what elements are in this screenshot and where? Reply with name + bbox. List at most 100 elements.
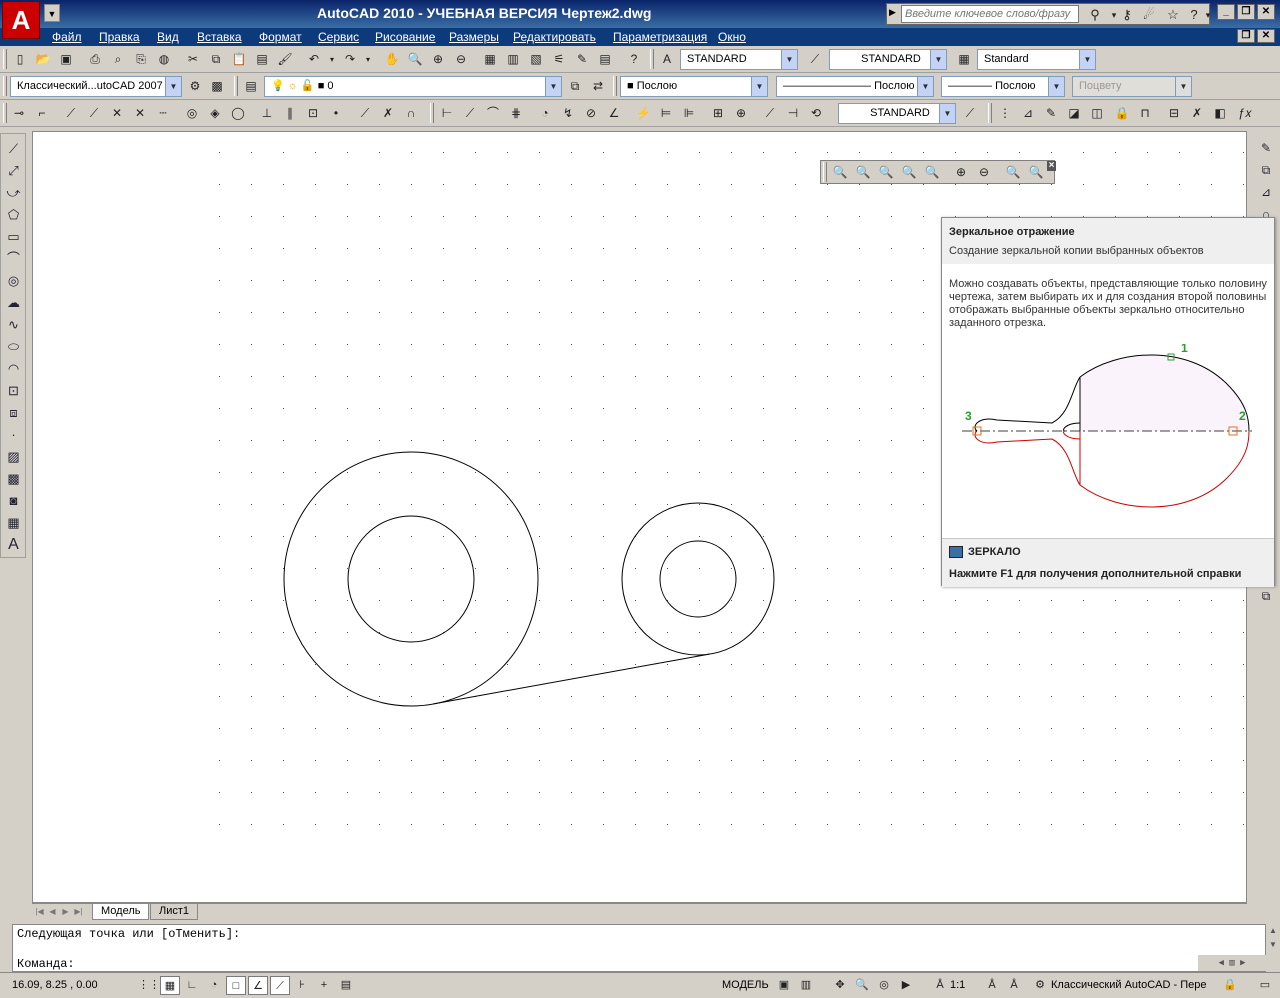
menu-file[interactable]: Файл <box>52 30 82 44</box>
plot-icon[interactable]: ⎙ <box>85 50 105 69</box>
dim-linear-icon[interactable]: ⊢ <box>437 104 457 123</box>
doc-restore-button[interactable]: ❐ <box>1237 29 1255 43</box>
snap-endpoint-icon[interactable]: ⟋ <box>61 104 81 123</box>
3d-dwf-icon[interactable]: ◍ <box>154 50 174 69</box>
open-icon[interactable]: 📂 <box>33 50 53 69</box>
revision-cloud-icon[interactable]: ☁ <box>3 293 24 312</box>
function-icon[interactable]: ƒ𝑥 <box>1235 104 1255 123</box>
calculator-icon[interactable]: ▤ <box>595 50 615 69</box>
mirror-icon[interactable]: ⊿ <box>1256 183 1276 202</box>
insert-block-icon[interactable]: ⊡ <box>3 381 24 400</box>
outer-circle-right[interactable] <box>621 502 775 656</box>
grid-display-icon[interactable]: ▦ <box>160 976 180 995</box>
snap-temp-track-icon[interactable]: ⊸ <box>9 104 29 123</box>
osnap-settings-icon[interactable]: ∩ <box>401 104 421 123</box>
prev-tab-icon[interactable]: ◀ <box>47 906 58 918</box>
markup-icon[interactable]: ✎ <box>572 50 592 69</box>
chevron-down-icon[interactable]: ▼ <box>781 50 797 69</box>
dim-style-manager-icon[interactable]: ⟋ <box>960 104 980 123</box>
param-show-all-icon[interactable]: ◧ <box>1210 104 1230 123</box>
new-icon[interactable]: ▯ <box>10 50 30 69</box>
region-icon[interactable]: ◙ <box>3 491 24 510</box>
sheet-set-icon[interactable]: ⚟ <box>549 50 569 69</box>
polyline-icon[interactable]: ⤻ <box>3 183 24 202</box>
quick-properties-icon[interactable]: ▤ <box>336 976 356 995</box>
tolerance-icon[interactable]: ⊞ <box>708 104 728 123</box>
satellite-icon[interactable]: ☄ <box>1139 7 1159 23</box>
inner-circle-left[interactable] <box>347 515 475 643</box>
menu-tools[interactable]: Сервис <box>318 30 359 44</box>
text-style-combo[interactable]: STANDARD ▼ <box>680 49 798 70</box>
search-input[interactable] <box>901 5 1079 23</box>
dim-edit-icon[interactable]: ⟋ <box>760 104 780 123</box>
snap-insert-icon[interactable]: ⊡ <box>303 104 323 123</box>
menu-edit[interactable]: Правка <box>99 30 140 44</box>
menu-window[interactable]: Окно <box>718 30 746 44</box>
star-icon[interactable]: ☆ <box>1163 7 1183 23</box>
multiline-text-icon[interactable]: A <box>3 535 24 554</box>
dim-angular-icon[interactable]: ∠ <box>604 104 624 123</box>
restore-button[interactable]: ❐ <box>1237 4 1255 20</box>
table-style-icon[interactable]: ▦ <box>954 50 974 69</box>
chevron-down-icon[interactable]: ▼ <box>930 50 946 69</box>
zoom-extents-icon[interactable]: 🔍 <box>1026 163 1046 182</box>
help-icon[interactable]: ? <box>624 50 644 69</box>
paste-icon[interactable]: 📋 <box>229 50 249 69</box>
object-snap-icon[interactable]: □ <box>226 976 246 995</box>
toolbar-grip[interactable] <box>650 49 654 69</box>
toolbar-grip[interactable] <box>430 103 434 123</box>
spline-icon[interactable]: ∿ <box>3 315 24 334</box>
toolbar-grip[interactable] <box>234 76 238 96</box>
command-vscrollbar[interactable]: ▲ ▼ <box>1266 924 1280 972</box>
application-menu-button[interactable]: A <box>2 1 40 39</box>
menu-draw[interactable]: Рисование <box>375 30 435 44</box>
param-manager-icon[interactable]: ⊓ <box>1135 104 1155 123</box>
workspace-switch-icon[interactable]: ⚙ <box>1030 976 1050 995</box>
layer-previous-icon[interactable]: ⇄ <box>588 77 608 96</box>
rectangle-icon[interactable]: ▭ <box>3 227 24 246</box>
zoom-object-icon[interactable]: 🔍 <box>922 163 942 182</box>
model-space-toggle[interactable]: МОДЕЛЬ <box>722 979 769 991</box>
close-icon[interactable]: × <box>1047 161 1056 171</box>
menu-dimension[interactable]: Размеры <box>449 30 499 44</box>
dim-jogged-icon[interactable]: ↯ <box>558 104 578 123</box>
outer-circle-left[interactable] <box>283 451 539 707</box>
polar-tracking-icon[interactable]: ◔ <box>204 976 224 995</box>
make-block-icon[interactable]: ⧈ <box>3 403 24 422</box>
first-tab-icon[interactable]: |◀ <box>34 906 45 918</box>
snap-none-icon[interactable]: ✗ <box>378 104 398 123</box>
dim-continue-icon[interactable]: ⊫ <box>679 104 699 123</box>
customize-icon[interactable]: ▩ <box>207 77 227 96</box>
line-icon[interactable]: ⟋ <box>3 139 24 158</box>
snap-node-icon[interactable]: • <box>326 104 346 123</box>
explode-icon[interactable]: ⧉ <box>1256 587 1276 606</box>
scroll-up-icon[interactable]: ▲ <box>1269 926 1277 935</box>
publish-icon[interactable]: ⎘ <box>131 50 151 69</box>
dim-aligned-icon[interactable]: ⟋ <box>460 104 480 123</box>
snap-extension-icon[interactable]: ┄ <box>153 104 173 123</box>
coordinates-readout[interactable]: 16.09, 8.25 , 0.00 <box>12 979 98 991</box>
object-snap-tracking-icon[interactable]: ∠ <box>248 976 268 995</box>
snap-perpendicular-icon[interactable]: ⊥ <box>257 104 277 123</box>
command-hscrollbar[interactable]: ◀ ▥ ▶ <box>1198 955 1266 971</box>
zoom-in-icon[interactable]: ⊕ <box>951 163 971 182</box>
annotation-scale-icon[interactable]: Å <box>930 976 950 995</box>
dim-baseline-icon[interactable]: ⊨ <box>656 104 676 123</box>
dim-style-combo[interactable]: STANDARD ▼ <box>829 49 947 70</box>
snap-quadrant-icon[interactable]: ◈ <box>205 104 225 123</box>
menu-insert[interactable]: Вставка <box>197 30 242 44</box>
make-current-layer-icon[interactable]: ⧉ <box>565 77 585 96</box>
zoom-scale-icon[interactable]: 🔍 <box>876 163 896 182</box>
chevron-down-icon[interactable]: ▼ <box>1048 77 1064 96</box>
menu-parametric[interactable]: Параметризация <box>613 30 707 44</box>
dynamic-input-icon[interactable]: ⊦ <box>292 976 312 995</box>
snap-nearest-icon[interactable]: ⟋ <box>355 104 375 123</box>
workspace-combo[interactable]: Классический...utoCAD 2007 ▼ <box>10 76 182 97</box>
chevron-down-icon[interactable]: ▼ <box>917 77 933 96</box>
param-show-icon[interactable]: ✎ <box>1041 104 1061 123</box>
allow-ucs-icon[interactable]: ⟋ <box>270 976 290 995</box>
tool-palettes-icon[interactable]: ▧ <box>526 50 546 69</box>
color-combo[interactable]: ■ Послою ▼ <box>620 76 768 97</box>
snap-midpoint-icon[interactable]: ⟋ <box>84 104 104 123</box>
copy-icon[interactable]: ⧉ <box>206 50 226 69</box>
